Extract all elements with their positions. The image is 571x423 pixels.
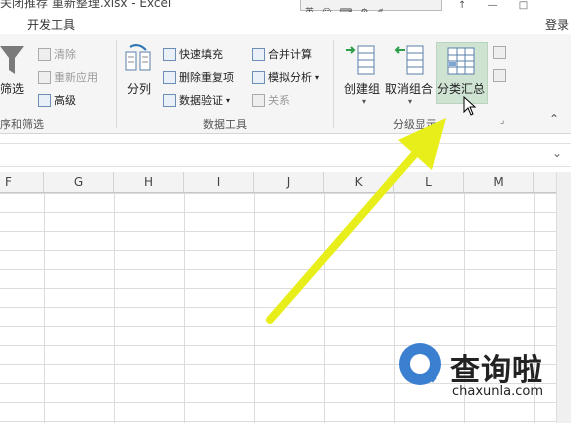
watermark-url: chaxunla.com	[452, 384, 543, 399]
watermark-brand: 查询啦	[450, 353, 543, 388]
mouse-cursor-icon	[463, 96, 477, 116]
